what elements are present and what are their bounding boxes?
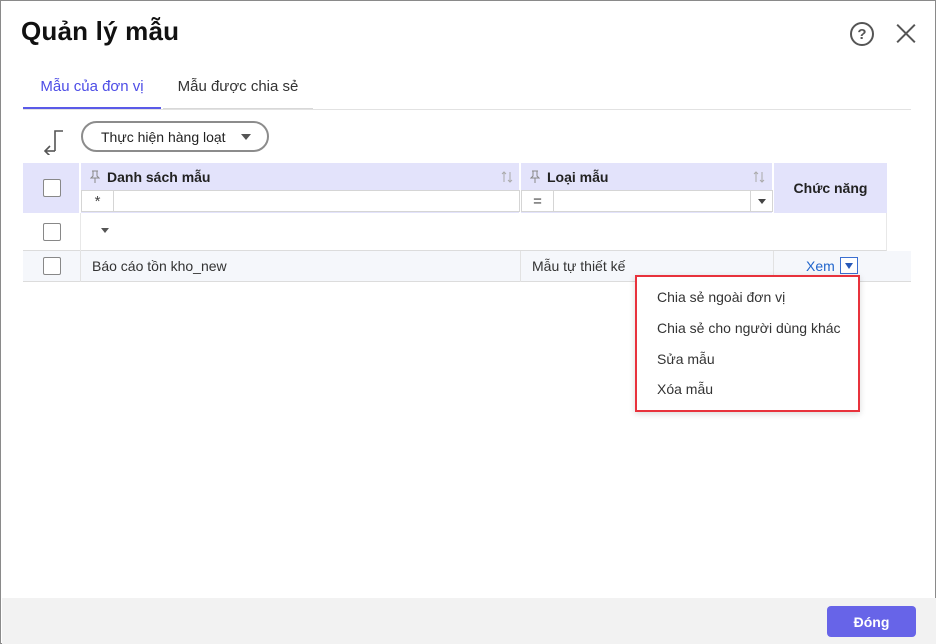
bulk-action-label: Thực hiện hàng loạt [101, 128, 226, 145]
chevron-down-icon[interactable] [758, 199, 766, 204]
pin-icon[interactable] [530, 170, 540, 184]
sort-icon[interactable] [501, 170, 513, 184]
group-checkbox[interactable] [43, 223, 61, 241]
group-row [23, 213, 887, 251]
tab-shared-templates[interactable]: Mẫu được chia sẻ [163, 71, 313, 109]
header-template-list[interactable]: Danh sách mẫu * [81, 163, 520, 213]
column-label-functions: Chức năng [793, 180, 868, 196]
menu-item-share-outside-unit[interactable]: Chia sẻ ngoài đơn vị [657, 289, 785, 305]
close-icon[interactable] [895, 22, 917, 44]
close-button[interactable]: Đóng [827, 606, 916, 637]
dialog-footer: Đóng [2, 598, 936, 644]
action-menu: Chia sẻ ngoài đơn vị Chia sẻ cho người d… [635, 275, 860, 412]
column-label-template-type: Loại mẫu [547, 169, 609, 185]
row-checkbox[interactable] [43, 257, 61, 275]
template-manager-dialog: Quản lý mẫu ? Mẫu của đơn vị Mẫu được ch… [0, 0, 936, 644]
arrow-down-left-icon[interactable] [43, 129, 65, 157]
menu-item-edit-template[interactable]: Sửa mẫu [657, 351, 715, 367]
dialog-title: Quản lý mẫu [21, 16, 180, 46]
template-type-cell: Mẫu tự thiết kế [532, 258, 626, 274]
tab-bar: Mẫu của đơn vị Mẫu được chia sẻ [23, 71, 911, 110]
divider [520, 251, 521, 282]
view-link[interactable]: Xem [806, 258, 835, 274]
template-list-filter[interactable]: * [81, 190, 520, 212]
question-circle-icon[interactable]: ? [850, 22, 874, 46]
chevron-down-icon [241, 134, 251, 140]
template-type-filter[interactable]: = [521, 190, 773, 212]
bulk-action-button[interactable]: Thực hiện hàng loạt [81, 121, 269, 152]
column-label-template-list: Danh sách mẫu [107, 169, 211, 185]
filter-divider [750, 191, 751, 211]
filter-operator[interactable]: * [82, 191, 114, 211]
menu-item-share-with-users[interactable]: Chia sẻ cho người dùng khác [657, 320, 841, 336]
template-name-cell: Báo cáo tồn kho_new [92, 258, 227, 274]
header-functions: Chức năng [774, 163, 887, 213]
filter-operator[interactable]: = [522, 191, 554, 211]
select-all-checkbox[interactable] [43, 179, 61, 197]
menu-item-delete-template[interactable]: Xóa mẫu [657, 381, 713, 397]
header-select-cell [23, 163, 80, 213]
pin-icon[interactable] [90, 170, 100, 184]
header-template-type[interactable]: Loại mẫu = [521, 163, 773, 213]
divider [80, 251, 81, 282]
action-dropdown-button[interactable] [840, 257, 858, 274]
caret-down-icon[interactable] [101, 228, 109, 233]
tab-unit-templates[interactable]: Mẫu của đơn vị [23, 71, 161, 109]
divider [80, 213, 81, 251]
sort-icon[interactable] [753, 170, 765, 184]
